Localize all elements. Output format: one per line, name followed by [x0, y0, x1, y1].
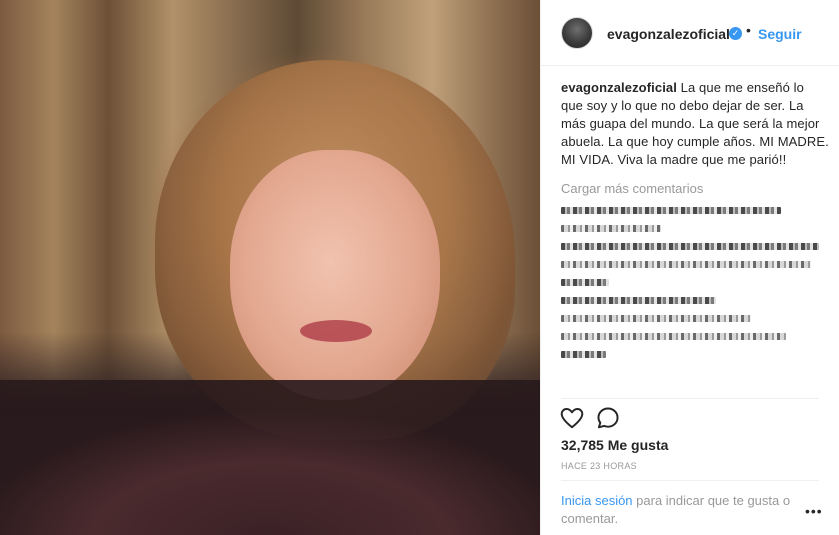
login-link[interactable]: Inicia sesión [561, 493, 633, 508]
photo-face [230, 150, 440, 400]
footer-divider [561, 480, 819, 481]
more-options-icon[interactable]: ••• [805, 503, 823, 519]
photo-clothing [0, 380, 540, 535]
verified-badge-icon: ✓ [729, 27, 742, 40]
post-photo[interactable] [0, 0, 540, 535]
comment-line [561, 225, 661, 232]
comment-line [561, 315, 751, 322]
likes-count[interactable]: 32,785 Me gusta [561, 437, 668, 453]
comment-line [561, 333, 786, 340]
post-timestamp: HACE 23 HORAS [561, 461, 637, 471]
heart-icon[interactable] [559, 405, 585, 431]
follow-button[interactable]: Seguir [758, 26, 802, 42]
avatar[interactable] [561, 17, 593, 49]
photo-lips [300, 320, 372, 342]
comment-line [561, 261, 811, 268]
comment-line [561, 297, 716, 304]
post-side-panel: evagonzalezoficial ✓ • Seguir evagonzale… [541, 0, 839, 535]
login-prompt: Inicia sesión para indicar que te gusta … [561, 492, 801, 528]
comment-line [561, 207, 781, 214]
comment-icon[interactable] [595, 405, 621, 431]
comment-list [561, 207, 829, 369]
comment-line [561, 243, 819, 250]
load-more-comments-button[interactable]: Cargar más comentarios [561, 181, 703, 196]
header-username[interactable]: evagonzalezoficial [607, 26, 730, 42]
post-header: evagonzalezoficial ✓ • Seguir [541, 0, 839, 66]
post-caption: evagonzalezoficial La que me enseñó lo q… [561, 79, 829, 169]
comment-line [561, 351, 606, 358]
comment-line [561, 279, 609, 286]
actions-divider [561, 398, 819, 399]
caption-username[interactable]: evagonzalezoficial [561, 80, 677, 95]
header-separator: • [746, 22, 751, 38]
